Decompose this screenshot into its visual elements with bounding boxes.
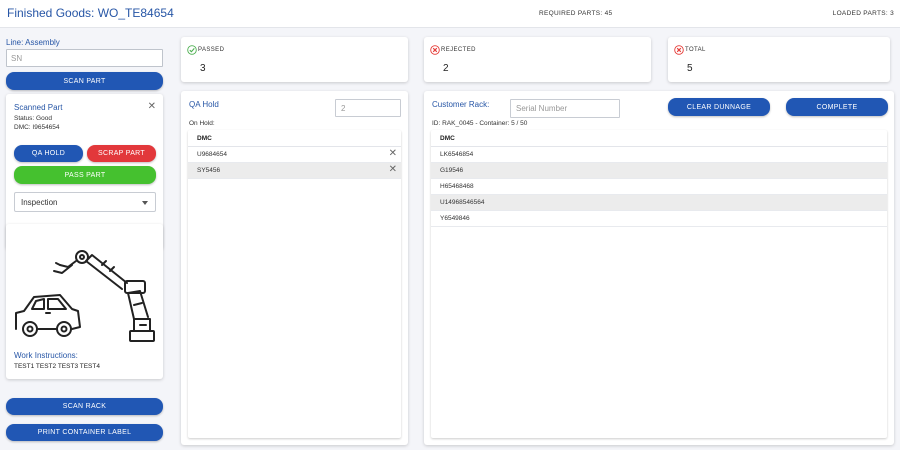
print-container-label-button[interactable]: PRINT CONTAINER LABEL bbox=[6, 424, 163, 441]
passed-value: 3 bbox=[200, 63, 206, 74]
dmc-column-header: DMC bbox=[188, 130, 401, 147]
qa-hold-title: QA Hold bbox=[189, 100, 219, 109]
passed-stat-card: PASSED 3 bbox=[181, 37, 408, 82]
station-select-value: Inspection bbox=[21, 198, 58, 207]
check-circle-icon bbox=[187, 45, 197, 55]
scanned-part-title: Scanned Part bbox=[14, 103, 63, 112]
line-label: Line: Assembly bbox=[6, 38, 60, 47]
pass-part-button[interactable]: PASS PART bbox=[14, 166, 156, 184]
qa-hold-panel: QA Hold On Hold: DMC U9684654 ✕ SY5456 ✕ bbox=[181, 91, 408, 445]
customer-rack-panel: Customer Rack: CLEAR DUNNAGE COMPLETE ID… bbox=[424, 91, 894, 445]
required-parts-count: REQUIRED PARTS: 45 bbox=[539, 10, 613, 17]
dmc-cell: LK6546854 bbox=[440, 151, 474, 158]
dmc-cell: G19546 bbox=[440, 167, 464, 174]
loaded-parts-count: LOADED PARTS: 3 bbox=[832, 10, 894, 17]
customer-rack-title: Customer Rack: bbox=[432, 100, 490, 109]
passed-label: PASSED bbox=[198, 47, 225, 53]
scanned-part-status: Status: Good bbox=[14, 115, 52, 122]
qa-hold-quantity-input[interactable] bbox=[335, 99, 401, 117]
complete-button[interactable]: COMPLETE bbox=[786, 98, 888, 116]
rejected-stat-card: REJECTED 2 bbox=[424, 37, 651, 82]
dmc-column-header: DMC bbox=[431, 130, 887, 147]
remove-row-icon[interactable]: ✕ bbox=[389, 149, 397, 159]
dmc-cell: Y6549846 bbox=[440, 215, 470, 222]
dmc-cell: SY5456 bbox=[197, 167, 221, 174]
table-row: SY5456 ✕ bbox=[188, 163, 401, 179]
total-label: TOTAL bbox=[685, 47, 706, 53]
work-instructions-text: TEST1 TEST2 TEST3 TEST4 bbox=[14, 363, 100, 370]
page-title: Finished Goods: WO_TE84654 bbox=[7, 6, 174, 20]
rejected-label: REJECTED bbox=[441, 47, 476, 53]
x-circle-icon bbox=[430, 45, 440, 55]
sidebar: Line: Assembly SCAN PART Scanned Part ✕ … bbox=[0, 29, 170, 450]
total-stat-card: TOTAL 5 bbox=[668, 37, 890, 82]
scan-part-button[interactable]: SCAN PART bbox=[6, 72, 163, 90]
container-info: ID: RAK_0045 - Container: 5 / 50 bbox=[432, 120, 528, 127]
qa-hold-button[interactable]: QA HOLD bbox=[14, 145, 83, 162]
table-row: H65468468 bbox=[431, 179, 887, 195]
table-row: G19546 bbox=[431, 163, 887, 179]
dmc-cell: U9684654 bbox=[197, 151, 227, 158]
top-bar: Finished Goods: WO_TE84654 REQUIRED PART… bbox=[0, 0, 900, 28]
work-instructions-card: Work Instructions: TEST1 TEST2 TEST3 TES… bbox=[6, 224, 163, 379]
table-row: LK6546854 bbox=[431, 147, 887, 163]
work-instructions-label: Work Instructions: bbox=[14, 351, 78, 360]
scrap-part-button[interactable]: SCRAP PART bbox=[87, 145, 156, 162]
scanned-part-dmc: DMC: I9654654 bbox=[14, 124, 60, 131]
customer-rack-table: DMC LK6546854 G19546 H65468468 U14968546… bbox=[431, 130, 887, 438]
dropdown-arrow-icon bbox=[142, 201, 148, 205]
sn-input[interactable] bbox=[6, 49, 163, 67]
total-value: 5 bbox=[687, 63, 693, 74]
station-select[interactable]: Inspection bbox=[14, 192, 156, 212]
table-row: U14968546564 bbox=[431, 195, 887, 211]
close-icon[interactable]: ✕ bbox=[148, 102, 156, 112]
dmc-cell: U14968546564 bbox=[440, 199, 485, 206]
remove-row-icon[interactable]: ✕ bbox=[389, 165, 397, 175]
rejected-value: 2 bbox=[443, 63, 449, 74]
dmc-cell: H65468468 bbox=[440, 183, 474, 190]
qa-hold-table: DMC U9684654 ✕ SY5456 ✕ bbox=[188, 130, 401, 438]
robot-arm-car-illustration bbox=[15, 250, 155, 342]
clear-dunnage-button[interactable]: CLEAR DUNNAGE bbox=[668, 98, 770, 116]
on-hold-label: On Hold: bbox=[189, 120, 215, 127]
x-circle-icon bbox=[674, 45, 684, 55]
serial-number-input[interactable] bbox=[510, 99, 620, 118]
scan-rack-button[interactable]: SCAN RACK bbox=[6, 398, 163, 415]
table-row: U9684654 ✕ bbox=[188, 147, 401, 163]
table-row: Y6549846 bbox=[431, 211, 887, 227]
